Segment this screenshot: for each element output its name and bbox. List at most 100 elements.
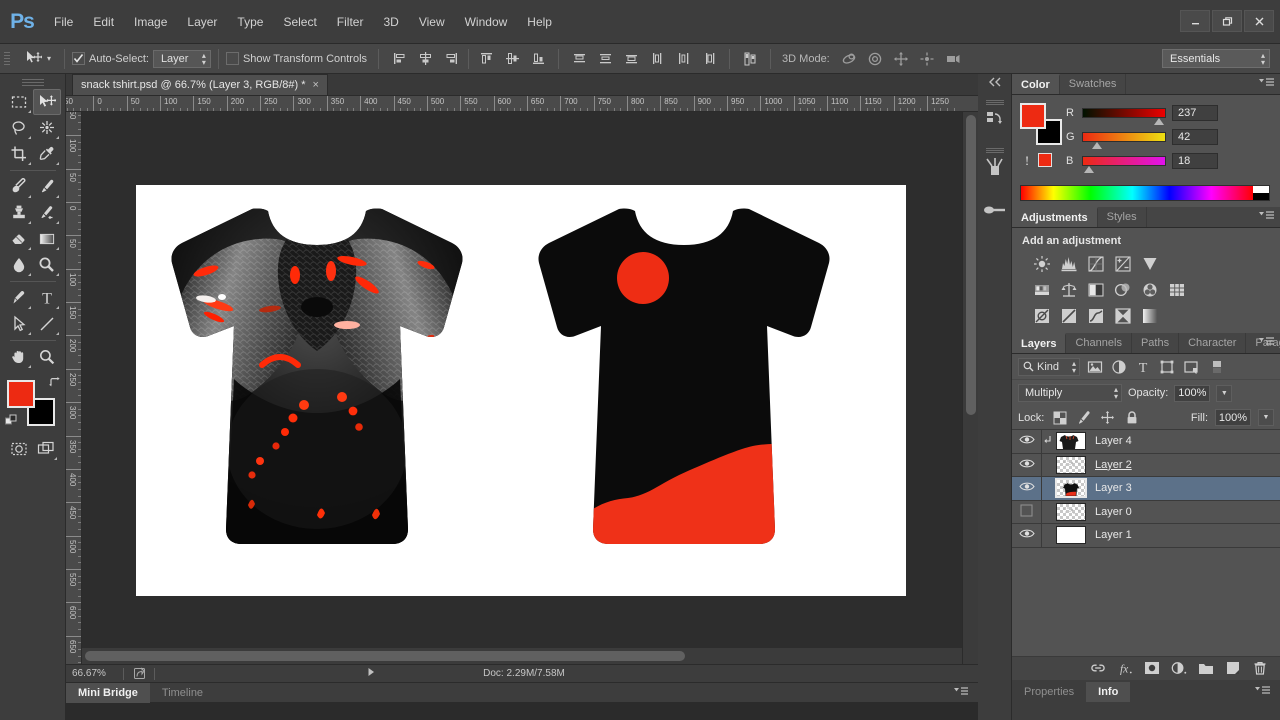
layer-row[interactable]: Layer 3: [1012, 477, 1280, 501]
horizontal-type-tool[interactable]: T: [33, 285, 61, 311]
color-slider-track-b[interactable]: [1082, 156, 1166, 166]
tab-character[interactable]: Character: [1179, 333, 1246, 353]
horizontal-scroll-thumb[interactable]: [85, 651, 685, 661]
spot-healing-brush-tool[interactable]: [5, 174, 33, 200]
close-document-icon[interactable]: ×: [313, 79, 319, 91]
brush-presets-icon[interactable]: [978, 138, 1012, 186]
move-tool[interactable]: [33, 89, 61, 115]
orbit-3d-icon[interactable]: [836, 48, 862, 70]
default-colors-icon[interactable]: [5, 414, 18, 430]
filter-shape-layers-icon[interactable]: [1157, 357, 1176, 376]
gradient-map-icon[interactable]: [1113, 306, 1132, 325]
layers-panel-menu-icon[interactable]: [1259, 337, 1274, 347]
new-group-icon[interactable]: [1198, 660, 1214, 676]
menu-edit[interactable]: Edit: [83, 11, 124, 33]
menu-3d[interactable]: 3D: [373, 11, 408, 33]
align-top-edges-button[interactable]: [473, 48, 499, 70]
pan-3d-icon[interactable]: [888, 48, 914, 70]
layer-thumbnail[interactable]: [1056, 432, 1086, 450]
color-value-r[interactable]: 237: [1172, 105, 1218, 121]
document-profile-icon[interactable]: [129, 667, 149, 680]
menu-file[interactable]: File: [44, 11, 83, 33]
layer-thumbnail[interactable]: [1056, 456, 1086, 474]
menu-window[interactable]: Window: [455, 11, 518, 33]
foreground-color-swatch[interactable]: [7, 380, 35, 408]
distribute-right-edges-button[interactable]: [696, 48, 722, 70]
menu-help[interactable]: Help: [517, 11, 562, 33]
color-slider-knob-b[interactable]: [1084, 166, 1094, 173]
horizontal-ruler[interactable]: 5005010015020025030035040045050055060065…: [66, 96, 978, 112]
auto-select-checkbox[interactable]: [72, 52, 85, 65]
tab-layers[interactable]: Layers: [1012, 333, 1066, 353]
status-expand-icon[interactable]: [366, 667, 376, 680]
zoom-tool[interactable]: [33, 344, 61, 370]
hand-tool[interactable]: [5, 344, 33, 370]
auto-select-scope-select[interactable]: Layer ▴▾: [153, 50, 211, 68]
gamut-warning-swatch[interactable]: [1038, 153, 1052, 167]
new-adjustment-layer-icon[interactable]: [1171, 660, 1187, 676]
show-transform-controls-checkbox[interactable]: [226, 52, 239, 65]
gradient-tool[interactable]: [33, 226, 61, 252]
black-white-icon[interactable]: [1086, 280, 1105, 299]
photo-filter-icon[interactable]: [1113, 280, 1132, 299]
color-panel-menu-icon[interactable]: [1259, 78, 1274, 88]
color-balance-icon[interactable]: [1059, 280, 1078, 299]
delete-layer-icon[interactable]: [1252, 660, 1268, 676]
tab-channels[interactable]: Channels: [1066, 333, 1131, 353]
menu-type[interactable]: Type: [227, 11, 273, 33]
eyedropper-tool[interactable]: [33, 141, 61, 167]
menu-image[interactable]: Image: [124, 11, 177, 33]
roll-3d-icon[interactable]: [862, 48, 888, 70]
tab-timeline[interactable]: Timeline: [150, 683, 215, 703]
levels-icon[interactable]: [1059, 254, 1078, 273]
align-bottom-edges-button[interactable]: [525, 48, 551, 70]
color-value-b[interactable]: 18: [1172, 153, 1218, 169]
front-snake-tshirt[interactable]: [156, 199, 478, 551]
invert-icon[interactable]: [1032, 306, 1051, 325]
layer-name[interactable]: Layer 1: [1095, 529, 1132, 541]
eraser-tool[interactable]: [5, 226, 33, 252]
bottom-panel-menu-icon[interactable]: [954, 687, 968, 700]
add-layer-mask-icon[interactable]: [1144, 660, 1160, 676]
menu-filter[interactable]: Filter: [327, 11, 374, 33]
tools-panel-grip[interactable]: [0, 78, 65, 86]
color-lookup-icon[interactable]: [1167, 280, 1186, 299]
tab-properties[interactable]: Properties: [1012, 682, 1086, 702]
hue-saturation-icon[interactable]: [1032, 280, 1051, 299]
vertical-ruler[interactable]: 1501005005010015020025030035040045050055…: [66, 112, 82, 664]
color-value-g[interactable]: 42: [1172, 129, 1218, 145]
layer-thumbnail[interactable]: [1056, 479, 1086, 497]
zoom-level-field[interactable]: 66.67%: [66, 668, 118, 679]
scale-3d-icon[interactable]: [940, 48, 966, 70]
tab-color[interactable]: Color: [1012, 74, 1060, 94]
filter-adjustment-layers-icon[interactable]: [1109, 357, 1128, 376]
vibrance-icon[interactable]: [1140, 254, 1159, 273]
blur-tool[interactable]: [5, 252, 33, 278]
properties-panel-menu-icon[interactable]: [1255, 686, 1270, 699]
layer-name[interactable]: Layer 4: [1095, 435, 1132, 447]
document-tab[interactable]: snack tshirt.psd @ 66.7% (Layer 3, RGB/8…: [72, 74, 328, 95]
dodge-tool[interactable]: [33, 252, 61, 278]
edit-in-quick-mask-mode-button[interactable]: [6, 436, 33, 462]
auto-align-layers-button[interactable]: [737, 48, 763, 70]
color-slider-track-r[interactable]: [1082, 108, 1166, 118]
distribute-top-edges-button[interactable]: [566, 48, 592, 70]
line-tool[interactable]: [33, 311, 61, 337]
swap-colors-icon[interactable]: [48, 376, 61, 392]
link-layers-icon[interactable]: [1090, 660, 1106, 676]
lock-transparent-pixels-icon[interactable]: [1051, 409, 1068, 426]
history-panel-icon[interactable]: [978, 90, 1012, 138]
close-button[interactable]: [1244, 10, 1274, 32]
distribute-vertical-centers-button[interactable]: [592, 48, 618, 70]
channel-mixer-icon[interactable]: [1140, 280, 1159, 299]
slide-3d-icon[interactable]: [914, 48, 940, 70]
artboard[interactable]: [136, 185, 906, 596]
add-layer-style-icon[interactable]: fx: [1117, 660, 1133, 676]
opacity-dropdown-icon[interactable]: ▼: [1216, 385, 1232, 402]
adjustments-panel-menu-icon[interactable]: [1259, 211, 1274, 221]
rectangular-marquee-tool[interactable]: [5, 89, 33, 115]
layer-visibility-toggle[interactable]: [1012, 430, 1042, 453]
layer-name[interactable]: Layer 2: [1095, 459, 1132, 471]
tab-info[interactable]: Info: [1086, 682, 1130, 702]
posterize-icon[interactable]: [1059, 306, 1078, 325]
